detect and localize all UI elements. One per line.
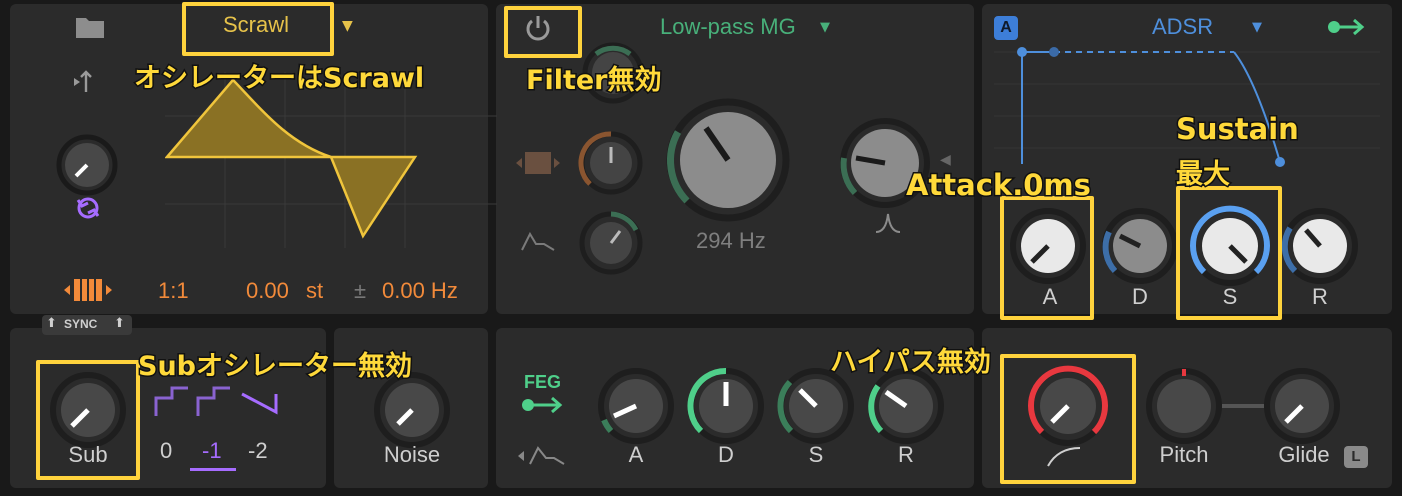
filter-keytrack-icon[interactable]: [514, 150, 562, 176]
feg-output-icon[interactable]: [520, 394, 566, 416]
glide-label: Glide: [1278, 442, 1330, 467]
osc-shape-knob[interactable]: [56, 134, 118, 196]
sub-octave-minus1[interactable]: -1: [202, 438, 222, 464]
annotation-sustain-max: 最大: [1175, 158, 1232, 192]
feg-attack-label: A: [628, 442, 644, 467]
feg-release-label: R: [898, 442, 914, 467]
chevron-down-icon[interactable]: ▼: [1252, 20, 1262, 35]
waveform-display: [165, 72, 497, 248]
cutoff-value: 294 Hz: [696, 228, 766, 253]
annotation-sub: Subオシレーター無効: [137, 350, 414, 384]
resonance-peak-icon: [875, 213, 901, 233]
envelope-badge[interactable]: A: [994, 16, 1018, 40]
attack-highlight-box: [1000, 196, 1094, 320]
annotation-highpass: ハイパス無効: [829, 346, 993, 380]
feg-shape-icon[interactable]: [516, 444, 568, 468]
amp-release-label: R: [1312, 284, 1328, 309]
feg-decay-knob[interactable]: [686, 366, 766, 446]
feg-sustain-label: S: [808, 442, 824, 467]
sync-button[interactable]: ⬆ SYNC ⬆: [42, 315, 132, 335]
pitch-glide-link: [1222, 404, 1264, 408]
sub-octave-0[interactable]: 0: [160, 438, 172, 464]
resonance-arrow-icon: ◀: [940, 152, 951, 168]
filter-envelope-icon[interactable]: [520, 230, 556, 252]
highpass-highlight-box: [1000, 354, 1136, 484]
filter-keytrack-knob[interactable]: [578, 130, 644, 196]
noise-label: Noise: [383, 442, 441, 467]
feg-attack-knob[interactable]: [596, 366, 676, 446]
sub-octave-minus2[interactable]: -2: [248, 438, 268, 464]
pitch-semitone-value[interactable]: 0.00: [246, 278, 289, 304]
pitch-label: Pitch: [1159, 442, 1209, 467]
pitch-semitone-unit: st: [306, 278, 324, 303]
chevron-down-icon[interactable]: ▼: [342, 18, 353, 34]
amp-decay-label: D: [1132, 284, 1148, 309]
sustain-highlight-box: [1176, 186, 1282, 320]
keyboard-tracking-icon[interactable]: [62, 276, 114, 304]
sync-label: SYNC: [64, 317, 98, 331]
legato-badge[interactable]: L: [1344, 446, 1368, 468]
up-arrow-icon: ⬆: [46, 316, 57, 331]
waveform-highlight-box: [182, 2, 334, 56]
annotation-oscillator: オシレーターはScrawl: [132, 62, 425, 96]
glide-knob[interactable]: [1262, 366, 1342, 446]
cutoff-knob[interactable]: [664, 96, 792, 224]
annotation-attack: Attack.0ms: [905, 167, 1093, 204]
amp-decay-knob[interactable]: [1100, 206, 1180, 286]
envelope-type-selector[interactable]: ADSR: [1152, 14, 1213, 40]
arrow-up-icon[interactable]: [70, 66, 98, 96]
ratio-value[interactable]: 1:1: [158, 278, 189, 304]
sub-highlight-box: [36, 360, 140, 480]
filter-type-selector[interactable]: Low-pass MG: [660, 14, 796, 40]
feg-label: FEG: [524, 372, 562, 392]
folder-icon[interactable]: [74, 14, 106, 40]
filter-env-amount-knob[interactable]: [578, 210, 644, 276]
power-highlight-box: [504, 6, 582, 58]
annotation-sustain: Sustain: [1175, 111, 1301, 148]
amp-release-knob[interactable]: [1280, 206, 1360, 286]
sync-retrigger-icon[interactable]: [74, 194, 102, 222]
up-arrow-icon: ⬆: [114, 316, 125, 331]
feg-decay-label: D: [718, 442, 734, 467]
annotation-filter: Filter無効: [525, 64, 663, 98]
pitch-knob[interactable]: [1144, 366, 1224, 446]
sub-octave-selected-underline: [190, 468, 236, 471]
fine-prefix: ±: [354, 278, 367, 303]
envelope-output-icon[interactable]: [1326, 16, 1368, 38]
chevron-down-icon[interactable]: ▼: [820, 20, 830, 35]
fine-tune-value[interactable]: 0.00 Hz: [382, 278, 458, 304]
